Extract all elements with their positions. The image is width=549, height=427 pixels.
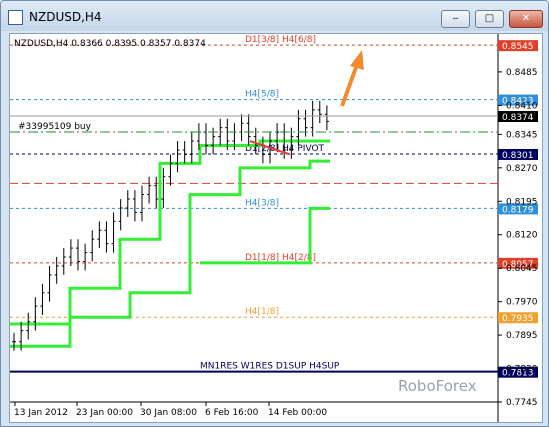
y-tick-label-9: 0.7820	[506, 365, 538, 375]
y-tick-label-3: 0.8270	[506, 164, 538, 174]
y-tick-label-5: 0.8120	[506, 231, 538, 241]
x-tick-label-3: 6 Feb 16:00	[205, 408, 259, 418]
level-label-1: H4[5/8]	[245, 90, 279, 100]
chart-window-icon	[8, 10, 23, 25]
x-tick-label-1: 23 Jan 00:00	[76, 408, 133, 418]
level-tag-label-2: 0.8301	[502, 151, 534, 161]
price-chart[interactable]: D1[3/8] H4[6/8] 0.8545 H4[5/8] 0.8423 D1[2/8…	[9, 33, 543, 423]
y-tick-label-4: 0.8195	[506, 197, 538, 207]
watermark: RoboForex	[398, 377, 477, 395]
level-tag-label-5: 0.7935	[502, 314, 534, 324]
x-tick-label-2: 30 Jan 08:00	[140, 408, 197, 418]
y-tick-label-10: 0.7745	[506, 398, 538, 408]
level-label-6: MN1RES W1RES D1SUP H4SUP	[200, 362, 340, 372]
y-tick-label-0: 0.8485	[506, 68, 538, 78]
x-tick-label-4: 14 Feb 00:00	[268, 408, 327, 418]
level-tag-label-0: 0.8545	[502, 42, 534, 52]
chart-canvas: D1[3/8] H4[6/8]0.8545H4[5/8]0.8423D1[2/8…	[10, 34, 538, 422]
y-tick-label-6: 0.8045	[506, 264, 538, 274]
title-bar[interactable]: NZDUSD,H4 ‒ □ ✕	[1, 1, 548, 31]
y-tick-label-2: 0.8345	[506, 130, 538, 140]
level-label-3: H4[3/8]	[245, 198, 279, 208]
order-label: #33995109 buy	[18, 122, 92, 132]
price-bars-layer	[12, 100, 329, 351]
minimize-button[interactable]: ‒	[441, 10, 470, 28]
level-label-5: H4[1/8]	[245, 307, 279, 317]
levels-layer: D1[3/8] H4[6/8]0.8545H4[5/8]0.8423D1[2/8…	[10, 35, 538, 379]
window-title: NZDUSD,H4	[29, 10, 102, 24]
current-price-label: 0.8374	[502, 113, 534, 123]
y-tick-label-8: 0.7895	[506, 331, 538, 341]
x-tick-label-0: 13 Jan 2012	[14, 408, 68, 418]
chart-window: NZDUSD,H4 ‒ □ ✕ D1[3/8] H4[6/8] 0.8545 H4[…	[0, 0, 549, 427]
maximize-button[interactable]: □	[475, 10, 504, 28]
level-label-0: D1[3/8] H4[6/8]	[245, 35, 316, 45]
y-tick-label-7: 0.7970	[506, 298, 538, 308]
x-axis-labels: 13 Jan 2012 23 Jan 00:00 30 Jan 08:00 6 Feb…	[14, 402, 327, 418]
y-tick-label-1: 0.8410	[506, 101, 538, 111]
trend-arrow-icon	[340, 50, 364, 107]
close-button[interactable]: ✕	[509, 10, 543, 28]
chart-info-line: NZDUSD,H4 0.8366 0.8395 0.8357 0.8374	[14, 39, 206, 49]
